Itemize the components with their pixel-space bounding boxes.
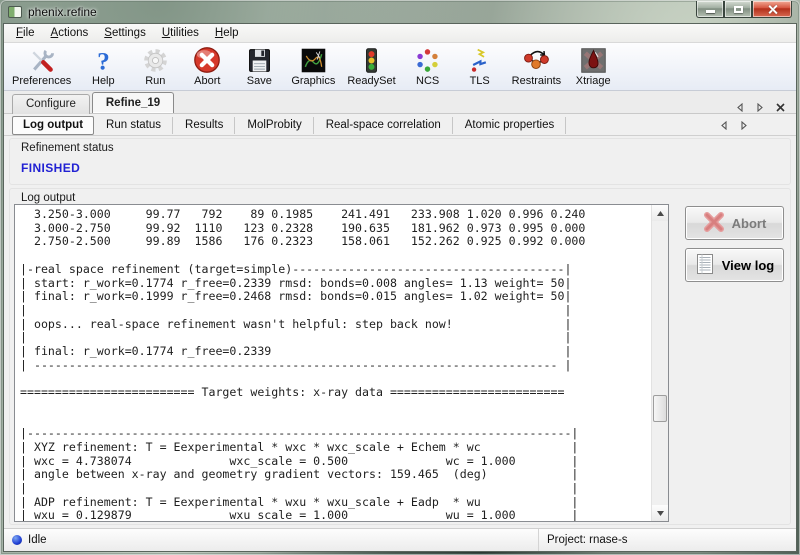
menu-utilities[interactable]: Utilities bbox=[154, 25, 207, 42]
toolbar-label: Graphics bbox=[291, 75, 335, 87]
maximize-button[interactable] bbox=[724, 1, 752, 18]
log-vertical-scrollbar[interactable] bbox=[651, 205, 668, 521]
log-text: 3.250-3.000 99.77 792 89 0.1985 241.491 … bbox=[15, 205, 651, 521]
abort-button[interactable]: Abort bbox=[685, 206, 784, 240]
scrollbar-thumb[interactable] bbox=[653, 395, 667, 422]
view-log-button[interactable]: View log bbox=[685, 248, 784, 282]
status-indicator-icon bbox=[12, 535, 22, 545]
side-buttons: Abort View log bbox=[685, 206, 784, 282]
subtab-log-output[interactable]: Log output bbox=[12, 116, 94, 135]
toolbar-button-restraints[interactable]: Restraints bbox=[506, 44, 568, 87]
tab-scroll-left-icon[interactable] bbox=[734, 101, 746, 113]
readyset-traffic-light-icon bbox=[357, 44, 386, 75]
toolbar-button-readyset[interactable]: ReadySet bbox=[341, 44, 401, 87]
xtriage-drop-icon bbox=[579, 44, 608, 75]
help-question-icon: ? bbox=[89, 44, 118, 75]
menu-settings[interactable]: Settings bbox=[96, 25, 154, 42]
toolbar-label: Abort bbox=[194, 75, 220, 87]
subtab-real-space-correlation[interactable]: Real-space correlation bbox=[314, 117, 453, 134]
toolbar-label: Xtriage bbox=[576, 75, 611, 87]
refinement-status-group bbox=[9, 138, 791, 185]
menu-bar: File Actions Settings Utilities Help bbox=[4, 24, 796, 43]
main-tab-bar: Configure Refine_19 bbox=[4, 91, 796, 114]
log-output-label: Log output bbox=[21, 192, 75, 204]
title-bar[interactable]: phenix.refine bbox=[0, 0, 800, 23]
client-area: File Actions Settings Utilities Help Pre… bbox=[3, 23, 797, 552]
toolbar: Preferences ? Help Run bbox=[4, 43, 796, 91]
abort-button-label: Abort bbox=[732, 216, 767, 231]
toolbar-button-abort[interactable]: Abort bbox=[181, 44, 233, 87]
abort-x-icon bbox=[703, 211, 725, 236]
menu-actions[interactable]: Actions bbox=[43, 25, 97, 42]
toolbar-label: Help bbox=[92, 75, 115, 87]
view-log-document-icon bbox=[695, 253, 715, 278]
main-tab-tools bbox=[734, 101, 788, 113]
status-state-text: Idle bbox=[28, 534, 47, 546]
status-bar: Idle Project: rnase-s bbox=[4, 528, 796, 551]
tab-close-icon[interactable] bbox=[774, 101, 786, 113]
window-title: phenix.refine bbox=[28, 5, 97, 19]
menu-help[interactable]: Help bbox=[207, 25, 247, 42]
sub-tab-bar: Log output Run status Results MolProbity… bbox=[4, 114, 796, 136]
minimize-icon bbox=[706, 10, 715, 13]
scroll-up-icon[interactable] bbox=[652, 205, 668, 221]
toolbar-button-xtriage[interactable]: Xtriage bbox=[567, 44, 619, 87]
tab-scroll-right-icon[interactable] bbox=[754, 101, 766, 113]
ncs-ring-icon bbox=[413, 44, 442, 75]
phenix-app-icon bbox=[8, 6, 22, 18]
minimize-button[interactable] bbox=[696, 1, 724, 18]
toolbar-label: TLS bbox=[470, 75, 490, 87]
toolbar-button-ncs[interactable]: NCS bbox=[402, 44, 454, 87]
toolbar-label: Run bbox=[145, 75, 165, 87]
svg-text:?: ? bbox=[97, 48, 110, 75]
maximize-icon bbox=[734, 6, 743, 13]
view-log-button-label: View log bbox=[722, 258, 775, 273]
subtab-scroll-left-icon[interactable] bbox=[718, 119, 730, 131]
toolbar-button-preferences[interactable]: Preferences bbox=[6, 44, 77, 87]
close-button[interactable] bbox=[752, 1, 792, 18]
restraints-bonds-icon bbox=[521, 44, 551, 75]
subtab-atomic-properties[interactable]: Atomic properties bbox=[453, 117, 566, 134]
tab-refine-19[interactable]: Refine_19 bbox=[92, 92, 174, 113]
toolbar-button-tls[interactable]: TLS bbox=[454, 44, 506, 87]
log-text-area[interactable]: 3.250-3.000 99.77 792 89 0.1985 241.491 … bbox=[14, 204, 669, 522]
preferences-tools-icon bbox=[27, 44, 56, 75]
save-floppy-icon bbox=[245, 44, 274, 75]
status-bar-project: Project: rnase-s bbox=[539, 534, 796, 546]
close-icon bbox=[767, 4, 778, 15]
status-bar-left: Idle bbox=[4, 529, 539, 551]
toolbar-label: Restraints bbox=[512, 75, 562, 87]
refinement-status-label: Refinement status bbox=[21, 142, 114, 154]
toolbar-label: NCS bbox=[416, 75, 439, 87]
subtab-results[interactable]: Results bbox=[173, 117, 235, 134]
subtab-run-status[interactable]: Run status bbox=[94, 117, 173, 134]
tls-icon bbox=[465, 44, 494, 75]
toolbar-button-graphics[interactable]: Graphics bbox=[285, 44, 341, 87]
toolbar-button-run[interactable]: Run bbox=[129, 44, 181, 87]
subtab-scroll-right-icon[interactable] bbox=[738, 119, 750, 131]
toolbar-button-help[interactable]: ? Help bbox=[77, 44, 129, 87]
run-gear-icon bbox=[141, 44, 170, 75]
window-controls bbox=[696, 1, 792, 18]
toolbar-label: Save bbox=[247, 75, 272, 87]
abort-stop-icon bbox=[192, 44, 222, 75]
app-window: phenix.refine File Actions Settings Util… bbox=[0, 0, 800, 555]
graphics-molecule-icon bbox=[299, 44, 328, 75]
toolbar-button-save[interactable]: Save bbox=[233, 44, 285, 87]
toolbar-label: ReadySet bbox=[347, 75, 395, 87]
tab-configure[interactable]: Configure bbox=[12, 94, 90, 114]
toolbar-label: Preferences bbox=[12, 75, 71, 87]
scroll-down-icon[interactable] bbox=[652, 505, 668, 521]
log-output-panel: Refinement status FINISHED Log output 3.… bbox=[4, 136, 796, 528]
subtab-molprobity[interactable]: MolProbity bbox=[235, 117, 313, 134]
sub-tab-tools bbox=[718, 119, 788, 131]
refinement-status-value: FINISHED bbox=[21, 161, 80, 175]
menu-file[interactable]: File bbox=[8, 25, 43, 42]
